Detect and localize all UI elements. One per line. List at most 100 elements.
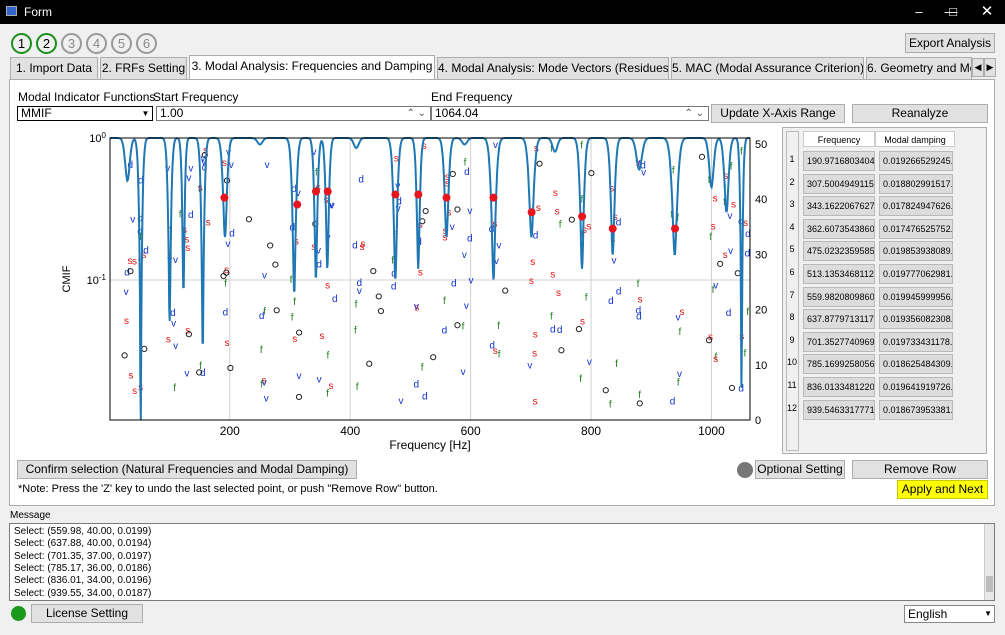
- frequency-cell[interactable]: 362.6073543860...: [803, 218, 875, 239]
- confirm-selection-button[interactable]: Confirm selection (Natural Frequencies a…: [17, 460, 357, 479]
- selected-point[interactable]: [608, 224, 617, 233]
- frequency-cell[interactable]: 559.9820809860...: [803, 286, 875, 307]
- tab-5[interactable]: 5. MAC (Modal Assurance Criterion): [671, 57, 864, 79]
- reanalyze-button[interactable]: Reanalyze: [852, 104, 988, 123]
- frequency-cell[interactable]: 475.0232359585...: [803, 241, 875, 262]
- table-row[interactable]: 11 836.0133481220... 0.019641919726...: [783, 376, 953, 398]
- frequency-header[interactable]: Frequency: [803, 131, 875, 147]
- table-row[interactable]: 3 343.1622067627... 0.017824947626...: [783, 195, 953, 217]
- damping-cell[interactable]: 0.019356082308...: [879, 309, 953, 330]
- table-row[interactable]: 9 701.3527740969... 0.019733431178...: [783, 331, 953, 353]
- tab-4[interactable]: 4. Modal Analysis: Mode Vectors (Residue…: [437, 57, 669, 79]
- selected-point[interactable]: [442, 193, 451, 202]
- selected-point[interactable]: [414, 190, 423, 199]
- frequency-cell[interactable]: 513.1353468112...: [803, 264, 875, 284]
- damping-cell[interactable]: 0.017824947626...: [879, 196, 953, 217]
- selected-point[interactable]: [578, 212, 587, 221]
- message-log[interactable]: Select: (559.98, 40.00, 0.0199) Select: (…: [9, 523, 995, 601]
- row-number: 2: [789, 176, 795, 187]
- start-frequency-input[interactable]: 1.00 ⌃ ⌄: [156, 106, 431, 121]
- stability-mark: f: [498, 349, 501, 360]
- stability-mark: d: [608, 296, 614, 307]
- frequency-cell[interactable]: 836.0133481220...: [803, 377, 875, 397]
- stability-mark: d: [745, 248, 751, 259]
- frequency-cell[interactable]: 939.5463317771...: [803, 399, 875, 420]
- scrollbar-thumb[interactable]: [986, 576, 993, 592]
- damping-cell[interactable]: 0.019266529245...: [879, 151, 953, 171]
- selected-point[interactable]: [220, 193, 229, 202]
- export-analysis-button[interactable]: Export Analysis: [905, 33, 995, 53]
- stability-mark: v: [296, 371, 301, 382]
- damping-cell[interactable]: 0.019853938089...: [879, 241, 953, 262]
- spinner-arrows-icon[interactable]: ⌃ ⌄: [684, 107, 704, 120]
- damping-cell[interactable]: 0.019777062981...: [879, 264, 953, 284]
- step-4-indicator[interactable]: 4: [86, 33, 107, 54]
- tab-scroll-right-icon[interactable]: ▶: [984, 58, 996, 77]
- stability-mark: v: [527, 360, 532, 371]
- frequency-cell[interactable]: 701.3527740969...: [803, 331, 875, 352]
- selected-point[interactable]: [671, 224, 680, 233]
- tab-scroll-left-icon[interactable]: ◀: [972, 58, 984, 77]
- frequency-cell[interactable]: 307.5004949115...: [803, 173, 875, 194]
- step-1-indicator[interactable]: 1: [11, 33, 32, 54]
- message-scrollbar[interactable]: [984, 524, 994, 600]
- chevron-down-icon: ▼: [984, 609, 992, 618]
- stability-circle: [245, 216, 253, 223]
- optional-setting-button[interactable]: Optional Setting: [755, 460, 845, 479]
- language-select[interactable]: English ▼: [904, 605, 995, 623]
- step-2-indicator[interactable]: 2: [36, 33, 57, 54]
- spinner-arrows-icon[interactable]: ⌃ ⌄: [406, 107, 426, 120]
- end-frequency-label: End Frequency: [431, 90, 513, 104]
- stability-mark: d: [489, 341, 495, 352]
- table-row[interactable]: 10 785.1699258056... 0.018625484309...: [783, 353, 953, 375]
- close-icon[interactable]: ✕: [969, 0, 1005, 24]
- maximize-icon[interactable]: □: [935, 0, 971, 24]
- modal-damping-header[interactable]: Modal damping: [875, 131, 955, 147]
- tab-1[interactable]: 1. Import Data: [10, 57, 98, 79]
- selected-point[interactable]: [323, 187, 332, 196]
- minimize-icon[interactable]: –: [901, 0, 937, 24]
- tab-2[interactable]: 2. FRFs Setting: [100, 57, 187, 79]
- table-row[interactable]: 2 307.5004949115... 0.018802991517...: [783, 173, 953, 195]
- step-5-indicator[interactable]: 5: [111, 33, 132, 54]
- stability-mark: v: [264, 393, 269, 404]
- step-3-indicator[interactable]: 3: [61, 33, 82, 54]
- table-row[interactable]: 6 513.1353468112... 0.019777062981...: [783, 263, 953, 285]
- tab-6[interactable]: 6. Geometry and Mo: [866, 57, 972, 79]
- frequency-cell[interactable]: 190.9716803404...: [803, 151, 875, 171]
- damping-cell[interactable]: 0.018625484309...: [879, 354, 953, 375]
- table-row[interactable]: 12 939.5463317771... 0.018673953381...: [783, 399, 953, 421]
- y-axis-right-ticks: 0 10 20 30 40 50: [755, 139, 767, 427]
- table-row[interactable]: 1 190.9716803404... 0.019266529245...: [783, 150, 953, 172]
- selected-point[interactable]: [391, 190, 400, 199]
- table-row[interactable]: 5 475.0232359585... 0.019853938089...: [783, 240, 953, 262]
- update-x-axis-range-button[interactable]: Update X-Axis Range: [711, 104, 845, 123]
- step-6-indicator[interactable]: 6: [136, 33, 157, 54]
- damping-cell[interactable]: 0.019945999956...: [879, 286, 953, 307]
- remove-row-button[interactable]: Remove Row: [852, 460, 988, 479]
- cmif-chart[interactable]: vssvdsdsssdfdfsfddvvfvvsvfdssdsvvvfsdfsf…: [14, 126, 778, 456]
- stability-circle: [366, 360, 373, 367]
- damping-cell[interactable]: 0.019641919726...: [879, 377, 953, 397]
- stability-mark: s: [580, 317, 585, 328]
- damping-cell[interactable]: 0.018673953381...: [879, 399, 953, 420]
- tab-3[interactable]: 3. Modal Analysis: Frequencies and Dampi…: [189, 55, 435, 80]
- selected-point[interactable]: [311, 187, 320, 196]
- mif-select[interactable]: MMIF ▼: [17, 106, 153, 121]
- selected-point[interactable]: [489, 193, 498, 202]
- frequency-cell[interactable]: 785.1699258056...: [803, 354, 875, 375]
- apply-and-next-button[interactable]: Apply and Next: [897, 480, 988, 499]
- damping-cell[interactable]: 0.019733431178...: [879, 331, 953, 352]
- table-row[interactable]: 8 637.8779713117... 0.019356082308...: [783, 308, 953, 330]
- end-frequency-input[interactable]: 1064.04 ⌃ ⌄: [431, 106, 709, 121]
- license-setting-button[interactable]: License Setting: [31, 604, 143, 623]
- damping-cell[interactable]: 0.018802991517...: [879, 173, 953, 194]
- damping-cell[interactable]: 0.017476525752...: [879, 218, 953, 239]
- table-row[interactable]: 7 559.9820809860... 0.019945999956...: [783, 286, 953, 308]
- selected-point[interactable]: [527, 208, 536, 217]
- table-row[interactable]: 4 362.6073543860... 0.017476525752...: [783, 218, 953, 240]
- frequency-cell[interactable]: 637.8779713117...: [803, 309, 875, 330]
- selected-point[interactable]: [293, 200, 302, 209]
- frequency-cell[interactable]: 343.1622067627...: [803, 196, 875, 217]
- stability-mark: s: [586, 222, 591, 233]
